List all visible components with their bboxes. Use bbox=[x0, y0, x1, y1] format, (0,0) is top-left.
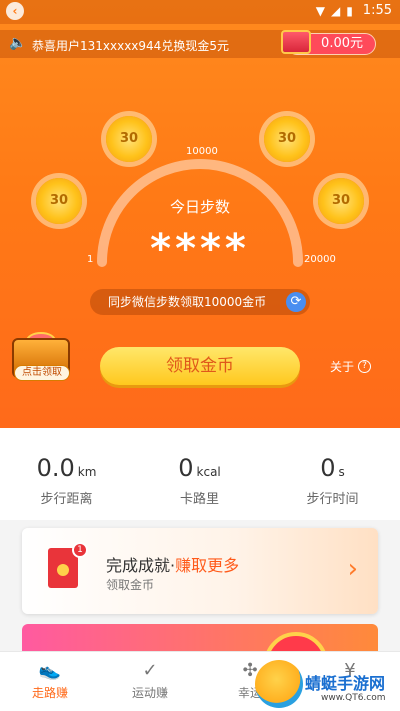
achievement-highlight: 赚取更多 bbox=[175, 556, 240, 575]
about-link[interactable]: 关于 ? bbox=[330, 358, 372, 375]
sync-wechat-steps[interactable]: 同步微信步数领取10000金币 ⟳ bbox=[90, 289, 310, 315]
about-label: 关于 bbox=[330, 360, 355, 374]
coin-bubble[interactable]: 30 bbox=[106, 116, 152, 162]
stat-value: 0 bbox=[320, 454, 336, 482]
watermark-name: 蜻蜓手游网 bbox=[305, 674, 386, 693]
dragonfly-logo-icon bbox=[255, 660, 303, 708]
chevron-right-icon: › bbox=[347, 554, 358, 584]
stat-time: 0s 步行时间 bbox=[266, 454, 399, 507]
envelope-seal bbox=[57, 564, 69, 576]
stat-unit: kcal bbox=[196, 465, 221, 479]
sync-label: 同步微信步数领取10000金币 bbox=[108, 295, 267, 309]
stat-value: 0.0 bbox=[36, 454, 75, 482]
stats-panel: 0.0 km 步行距离 0 kcal 卡路里 0s 步行时间 bbox=[0, 428, 400, 520]
notification-badge: 1 bbox=[72, 542, 88, 558]
nav-walk[interactable]: 👟 走路赚 bbox=[0, 658, 100, 701]
treasure-chest[interactable]: 点击领取 bbox=[10, 332, 72, 386]
steps-value: **** bbox=[150, 226, 250, 272]
nav-exercise[interactable]: ✓ 运动赚 bbox=[100, 658, 200, 701]
stat-distance: 0.0 km 步行距离 bbox=[0, 454, 133, 507]
stat-calories: 0 kcal 卡路里 bbox=[133, 454, 266, 507]
check-circle-icon: ✓ bbox=[142, 660, 158, 681]
shoe-icon: 👟 bbox=[38, 660, 62, 681]
stat-label: 卡路里 bbox=[179, 492, 219, 507]
steps-title: 今日步数 bbox=[169, 198, 230, 216]
achievement-subtitle: 领取金币 bbox=[106, 578, 155, 592]
stat-label: 步行时间 bbox=[306, 492, 359, 507]
refresh-icon[interactable]: ⟳ bbox=[286, 292, 306, 312]
hero-panel: ‹ ▼ ◢ ▮ 1:55 🔈 恭喜用户131xxxxx944兑换现金5元 0.0… bbox=[0, 0, 400, 428]
stat-unit: km bbox=[77, 465, 97, 479]
collect-coins-button[interactable]: 领取金币 bbox=[100, 347, 300, 385]
treasure-label: 点击领取 bbox=[14, 365, 70, 381]
stat-value: 0 bbox=[178, 454, 194, 482]
achievement-title-text: 完成成就· bbox=[106, 556, 176, 575]
nav-label: 走路赚 bbox=[31, 686, 68, 700]
red-envelope-icon: 1 bbox=[48, 542, 88, 588]
watermark-url: www.QT6.com bbox=[321, 693, 386, 703]
gauge-mid-label: 10000 bbox=[186, 146, 218, 157]
stat-unit: s bbox=[338, 465, 345, 479]
achievement-card[interactable]: 1 完成成就·赚取更多 领取金币 › bbox=[22, 528, 378, 614]
nav-label: 运动赚 bbox=[131, 686, 168, 700]
question-icon: ? bbox=[358, 360, 372, 373]
achievement-title: 完成成就·赚取更多 bbox=[106, 552, 239, 576]
watermark: 蜻蜓手游网 www.QT6.com bbox=[255, 660, 400, 711]
stat-label: 步行距离 bbox=[40, 492, 93, 507]
coin-bubble[interactable]: 30 bbox=[264, 116, 310, 162]
